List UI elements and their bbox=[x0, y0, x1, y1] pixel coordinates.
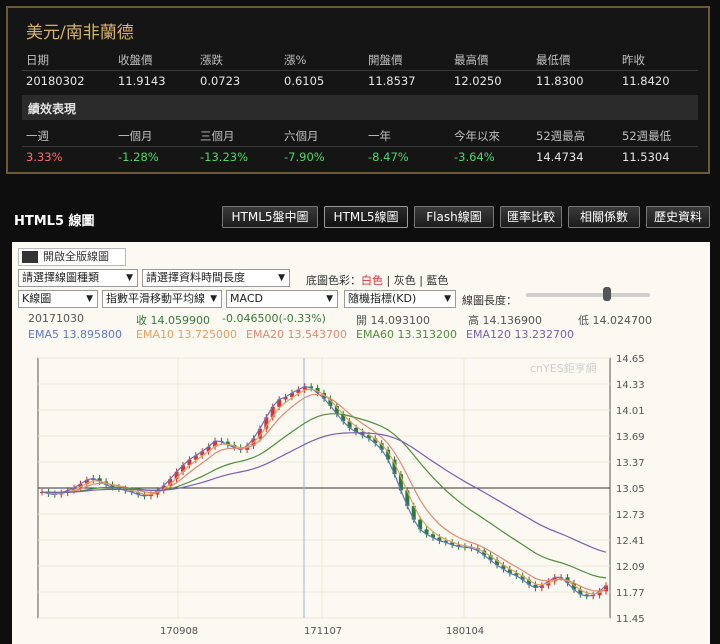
y-tick-label: 12.73 bbox=[616, 510, 645, 521]
value-cell: 11.8420 bbox=[622, 74, 670, 88]
tab-flash-chart[interactable]: Flash線圖 bbox=[414, 206, 494, 228]
y-tick-label: 14.33 bbox=[616, 380, 645, 391]
quote-title: 美元/南非蘭德 bbox=[26, 23, 134, 43]
perf-value: 11.5304 bbox=[622, 150, 670, 164]
perf-value: -7.90% bbox=[284, 150, 325, 164]
quote-header-row: 日期 收盤價 漲跌 漲% 開盤價 最高價 最低價 昨收 bbox=[22, 48, 698, 70]
value-cell: 0.6105 bbox=[284, 74, 325, 88]
quote-value-row: 20180302 11.9143 0.0723 0.6105 11.8537 1… bbox=[22, 70, 698, 92]
perf-value: -13.23% bbox=[200, 150, 248, 164]
header-cell: 收盤價 bbox=[118, 53, 153, 67]
header-cell: 今年以來 bbox=[454, 129, 500, 143]
header-cell: 52週最低 bbox=[622, 129, 672, 143]
tab-fx-compare[interactable]: 匯率比較 bbox=[500, 206, 562, 228]
perf-title: 績效表現 bbox=[28, 102, 77, 116]
x-tick-label: 170908 bbox=[160, 626, 198, 637]
value-cell: 11.8300 bbox=[536, 74, 584, 88]
value-cell: 11.9143 bbox=[118, 74, 166, 88]
header-cell: 一年 bbox=[368, 129, 391, 143]
header-cell: 漲跌 bbox=[200, 53, 223, 67]
header-cell: 日期 bbox=[26, 53, 49, 67]
header-cell: 一週 bbox=[26, 129, 49, 143]
price-chart[interactable]: 14.65 14.33 14.01 13.69 13.37 13.05 12.73 12.41… bbox=[12, 242, 710, 644]
y-tick-label: 12.41 bbox=[616, 536, 645, 547]
header-cell: 最高價 bbox=[454, 53, 489, 67]
perf-value: -1.28% bbox=[118, 150, 159, 164]
x-tick-label: 180104 bbox=[446, 626, 484, 637]
value-cell: 12.0250 bbox=[454, 74, 502, 88]
perf-value: 14.4734 bbox=[536, 150, 584, 164]
tab-html5-intraday[interactable]: HTML5盤中圖 bbox=[222, 206, 318, 228]
header-cell: 三個月 bbox=[200, 129, 235, 143]
perf-header-row: 一週 一個月 三個月 六個月 一年 今年以來 52週最高 52週最低 bbox=[22, 124, 698, 146]
chart-box: 開啟全版線圖 請選擇線圖種類 ▼ 請選擇資料時間長度 ▼ 底圖色彩：白色 | 灰色 … bbox=[12, 242, 710, 644]
y-tick-label: 14.65 bbox=[616, 354, 645, 365]
value-cell: 0.0723 bbox=[200, 74, 241, 88]
quote-panel: 美元/南非蘭德 日期 收盤價 漲跌 漲% 開盤價 最高價 最低價 昨收 2018… bbox=[6, 6, 710, 174]
y-tick-label: 11.45 bbox=[616, 614, 645, 625]
value-cell: 20180302 bbox=[26, 74, 85, 88]
y-tick-label: 11.77 bbox=[616, 588, 645, 599]
tab-html5-chart[interactable]: HTML5線圖 bbox=[324, 206, 408, 228]
value-cell: 11.8537 bbox=[368, 74, 416, 88]
header-cell: 漲% bbox=[284, 53, 307, 67]
watermark: cnYES鉅亨網 bbox=[530, 361, 597, 375]
header-cell: 開盤價 bbox=[368, 53, 403, 67]
tab-correlation[interactable]: 相關係數 bbox=[568, 206, 640, 228]
perf-value: -3.64% bbox=[454, 150, 495, 164]
header-cell: 六個月 bbox=[284, 129, 319, 143]
y-tick-label: 13.69 bbox=[616, 432, 645, 443]
perf-value: -8.47% bbox=[368, 150, 409, 164]
header-cell: 一個月 bbox=[118, 129, 153, 143]
header-cell: 昨收 bbox=[622, 53, 645, 67]
x-tick-label: 171107 bbox=[304, 626, 342, 637]
perf-value: 3.33% bbox=[26, 150, 63, 164]
tab-history[interactable]: 歷史資料 bbox=[646, 206, 710, 228]
chart-header: HTML5 線圖 HTML5盤中圖 HTML5線圖 Flash線圖 匯率比較 相… bbox=[4, 196, 716, 236]
header-cell: 最低價 bbox=[536, 53, 571, 67]
chart-section-title: HTML5 線圖 bbox=[14, 214, 95, 229]
y-tick-label: 12.09 bbox=[616, 562, 645, 573]
y-tick-label: 14.01 bbox=[616, 406, 645, 417]
y-tick-label: 13.37 bbox=[616, 458, 645, 469]
perf-value-row: 3.33% -1.28% -13.23% -7.90% -8.47% -3.64… bbox=[22, 146, 698, 168]
perf-title-bar: 績效表現 bbox=[22, 95, 698, 120]
header-cell: 52週最高 bbox=[536, 129, 586, 143]
y-tick-label: 13.05 bbox=[616, 484, 645, 495]
